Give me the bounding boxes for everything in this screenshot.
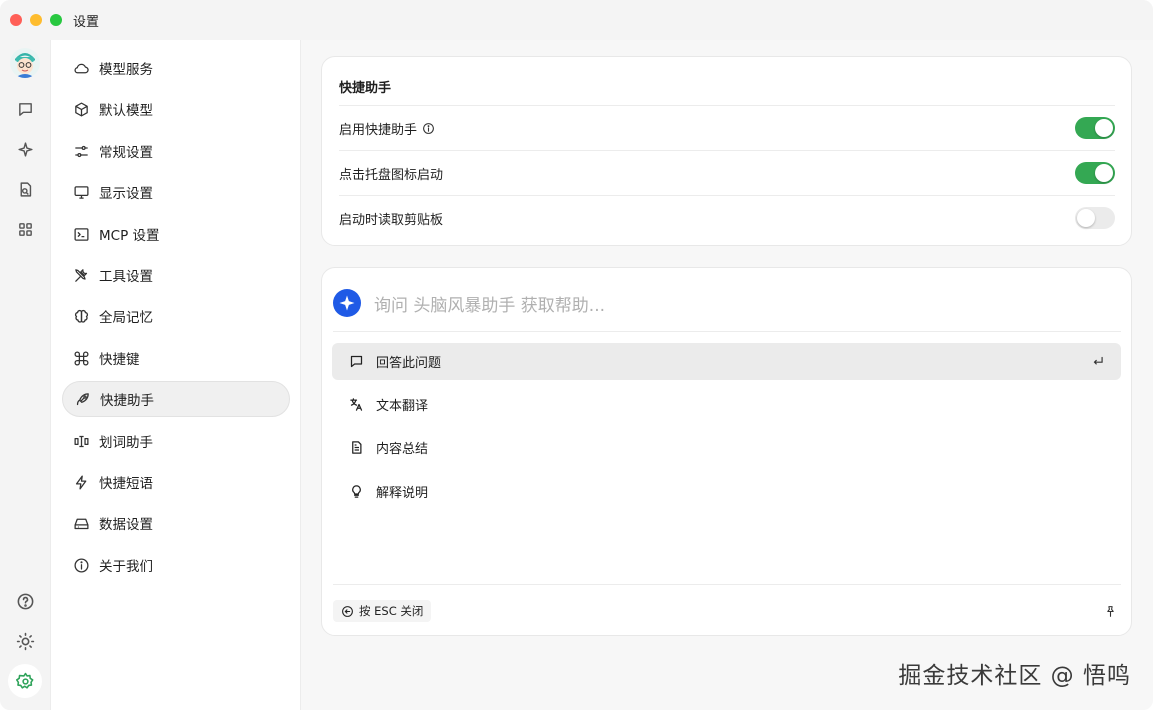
sidebar-item-default-model[interactable]: 默认模型 <box>62 91 290 127</box>
setting-label: 点击托盘图标启动 <box>339 167 444 183</box>
settings-gear-icon[interactable] <box>8 664 42 698</box>
command-label: 内容总结 <box>376 442 429 457</box>
back-circle-icon <box>341 605 354 618</box>
sidebar-item-label: 数据设置 <box>99 517 153 533</box>
sidebar-item-general[interactable]: 常规设置 <box>62 133 290 169</box>
document-icon <box>348 440 364 456</box>
sidebar-item-display[interactable]: 显示设置 <box>62 174 290 210</box>
sidebar-item-quick-phrases[interactable]: 快捷短语 <box>62 464 290 500</box>
zoom-window-button[interactable] <box>50 14 62 26</box>
sidebar-item-label: 快捷短语 <box>99 476 153 492</box>
sliders-icon <box>72 142 90 160</box>
close-window-button[interactable] <box>10 14 22 26</box>
cloud-icon <box>72 59 90 77</box>
enter-key-icon <box>1091 354 1105 372</box>
command-answer[interactable]: 回答此问题 <box>332 343 1121 380</box>
card-title: 快捷助手 <box>339 81 392 96</box>
assistant-logo-icon <box>333 289 361 317</box>
sidebar-item-quick-assistant[interactable]: 快捷助手 <box>62 381 290 417</box>
command-summarize[interactable]: 内容总结 <box>332 429 1121 466</box>
sidebar-item-label: MCP 设置 <box>99 228 160 244</box>
monitor-icon <box>72 183 90 201</box>
sidebar-item-label: 全局记忆 <box>99 310 153 326</box>
sparkle-icon[interactable] <box>12 136 38 162</box>
sidebar-item-shortcuts[interactable]: 快捷键 <box>62 340 290 376</box>
divider <box>333 331 1121 332</box>
file-search-icon[interactable] <box>12 176 38 202</box>
command-label: 文本翻译 <box>376 399 429 414</box>
sidebar-item-about[interactable]: 关于我们 <box>62 547 290 583</box>
sidebar-item-memory[interactable]: 全局记忆 <box>62 298 290 334</box>
sidebar-item-label: 工具设置 <box>99 269 153 285</box>
quick-assistant-preview-card: 询问 头脑风暴助手 获取帮助... 回答此问题 文本翻译 内容总结 解释说明 按… <box>321 267 1132 636</box>
sidebar-item-label: 默认模型 <box>99 103 153 119</box>
ask-bar: 询问 头脑风暴助手 获取帮助... <box>333 288 605 318</box>
message-icon <box>348 354 364 370</box>
info-icon <box>72 556 90 574</box>
title-bar: 设置 <box>0 0 1153 40</box>
sidebar-item-label: 模型服务 <box>99 62 153 78</box>
sidebar-item-selection-assistant[interactable]: 划词助手 <box>62 423 290 459</box>
sidebar-item-data[interactable]: 数据设置 <box>62 505 290 541</box>
sidebar-item-tools[interactable]: 工具设置 <box>62 257 290 293</box>
setting-row-enable: 启用快捷助手 <box>339 105 1115 150</box>
drive-icon <box>72 514 90 532</box>
setting-label: 启用快捷助手 <box>339 122 418 138</box>
sidebar-item-model-service[interactable]: 模型服务 <box>62 50 290 86</box>
translate-icon <box>348 397 364 413</box>
main-panel: 快捷助手 启用快捷助手 点击托盘图标启动 启动时读取剪贴板 询问 头脑风暴助手 <box>301 40 1153 710</box>
tools-icon <box>72 266 90 284</box>
avatar[interactable] <box>10 48 40 78</box>
settings-sidebar: 模型服务 默认模型 常规设置 显示设置 MCP 设置 工具设置 全局记忆 快捷键… <box>50 40 301 710</box>
text-cursor-icon <box>72 432 90 450</box>
sidebar-item-label: 快捷键 <box>99 352 140 368</box>
command-explain[interactable]: 解释说明 <box>332 473 1121 510</box>
brain-icon <box>72 307 90 325</box>
pin-icon[interactable] <box>1104 603 1117 622</box>
minimize-window-button[interactable] <box>30 14 42 26</box>
enable-quick-assistant-toggle[interactable] <box>1075 117 1115 139</box>
watermark: 掘金技术社区 @ 悟鸣 <box>898 663 1131 689</box>
command-icon <box>72 349 90 367</box>
terminal-icon <box>72 225 90 243</box>
sidebar-item-label: 显示设置 <box>99 186 153 202</box>
command-label: 解释说明 <box>376 486 429 501</box>
info-icon[interactable] <box>422 122 435 135</box>
zap-icon <box>72 473 90 491</box>
sun-icon[interactable] <box>12 628 38 654</box>
help-icon[interactable] <box>12 588 38 614</box>
setting-row-tray-launch: 点击托盘图标启动 <box>339 150 1115 195</box>
sidebar-item-mcp[interactable]: MCP 设置 <box>62 216 290 252</box>
rocket-icon <box>73 390 91 408</box>
ask-input[interactable]: 询问 头脑风暴助手 获取帮助... <box>374 291 605 316</box>
window-controls <box>10 14 62 26</box>
setting-row-clipboard: 启动时读取剪贴板 <box>339 195 1115 240</box>
cube-icon <box>72 100 90 118</box>
lightbulb-icon <box>348 484 364 500</box>
chat-icon[interactable] <box>12 96 38 122</box>
read-clipboard-toggle[interactable] <box>1075 207 1115 229</box>
command-translate[interactable]: 文本翻译 <box>332 386 1121 423</box>
esc-close-hint[interactable]: 按 ESC 关闭 <box>333 600 432 622</box>
sidebar-item-label: 划词助手 <box>99 435 153 451</box>
setting-label: 启动时读取剪贴板 <box>339 212 444 228</box>
tray-icon-launch-toggle[interactable] <box>1075 162 1115 184</box>
quick-assistant-settings-card: 快捷助手 启用快捷助手 点击托盘图标启动 启动时读取剪贴板 <box>321 56 1132 246</box>
command-label: 回答此问题 <box>376 356 442 371</box>
sidebar-item-label: 快捷助手 <box>100 393 154 409</box>
grid-icon[interactable] <box>12 216 38 242</box>
sidebar-item-label: 常规设置 <box>99 145 153 161</box>
window-title: 设置 <box>73 14 100 30</box>
icon-rail <box>0 40 50 710</box>
app-window: 设置 模型服务 默认模型 常规设置 显示设置 MCP 设置 工具设置 全局记忆 … <box>0 0 1153 710</box>
esc-hint-label: 按 ESC 关闭 <box>359 604 424 618</box>
sidebar-item-label: 关于我们 <box>99 559 153 575</box>
divider <box>333 584 1121 585</box>
